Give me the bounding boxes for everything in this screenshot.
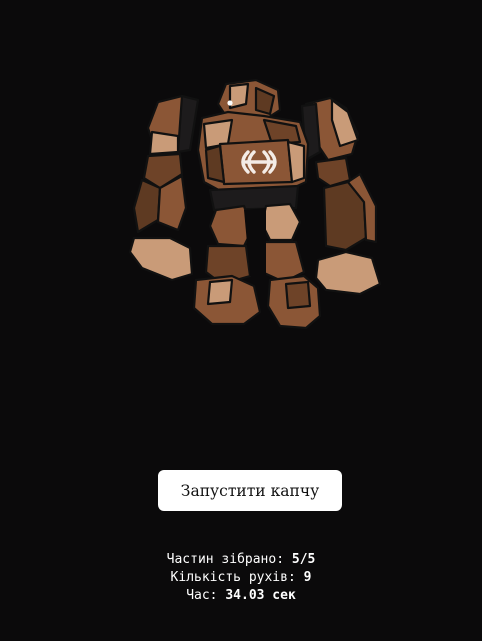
moves-label: Кількість рухів:: [170, 570, 296, 585]
time-row: Час: 34.03 сек: [0, 587, 482, 605]
stats-panel: Частин зібрано: 5/5 Кількість рухів: 9 Ч…: [0, 551, 482, 605]
parts-label: Частин зібрано:: [166, 552, 285, 567]
right-arm-piece: [300, 96, 382, 296]
moves-count-row: Кількість рухів: 9: [0, 569, 482, 587]
time-value: 34.03 сек: [225, 588, 296, 603]
parts-collected-row: Частин зібрано: 5/5: [0, 551, 482, 569]
stone-golem-puzzle-figure: [128, 78, 382, 330]
moves-value: 9: [303, 570, 312, 585]
time-label: Час:: [186, 588, 218, 603]
game-stage: Запустити капчу Частин зібрано: 5/5 Кіль…: [0, 0, 482, 641]
left-arm-piece: [128, 94, 200, 282]
parts-value: 5/5: [291, 552, 316, 567]
legs-piece: [192, 202, 322, 330]
start-captcha-button[interactable]: Запустити капчу: [158, 470, 342, 511]
golem-figure: [120, 70, 390, 340]
